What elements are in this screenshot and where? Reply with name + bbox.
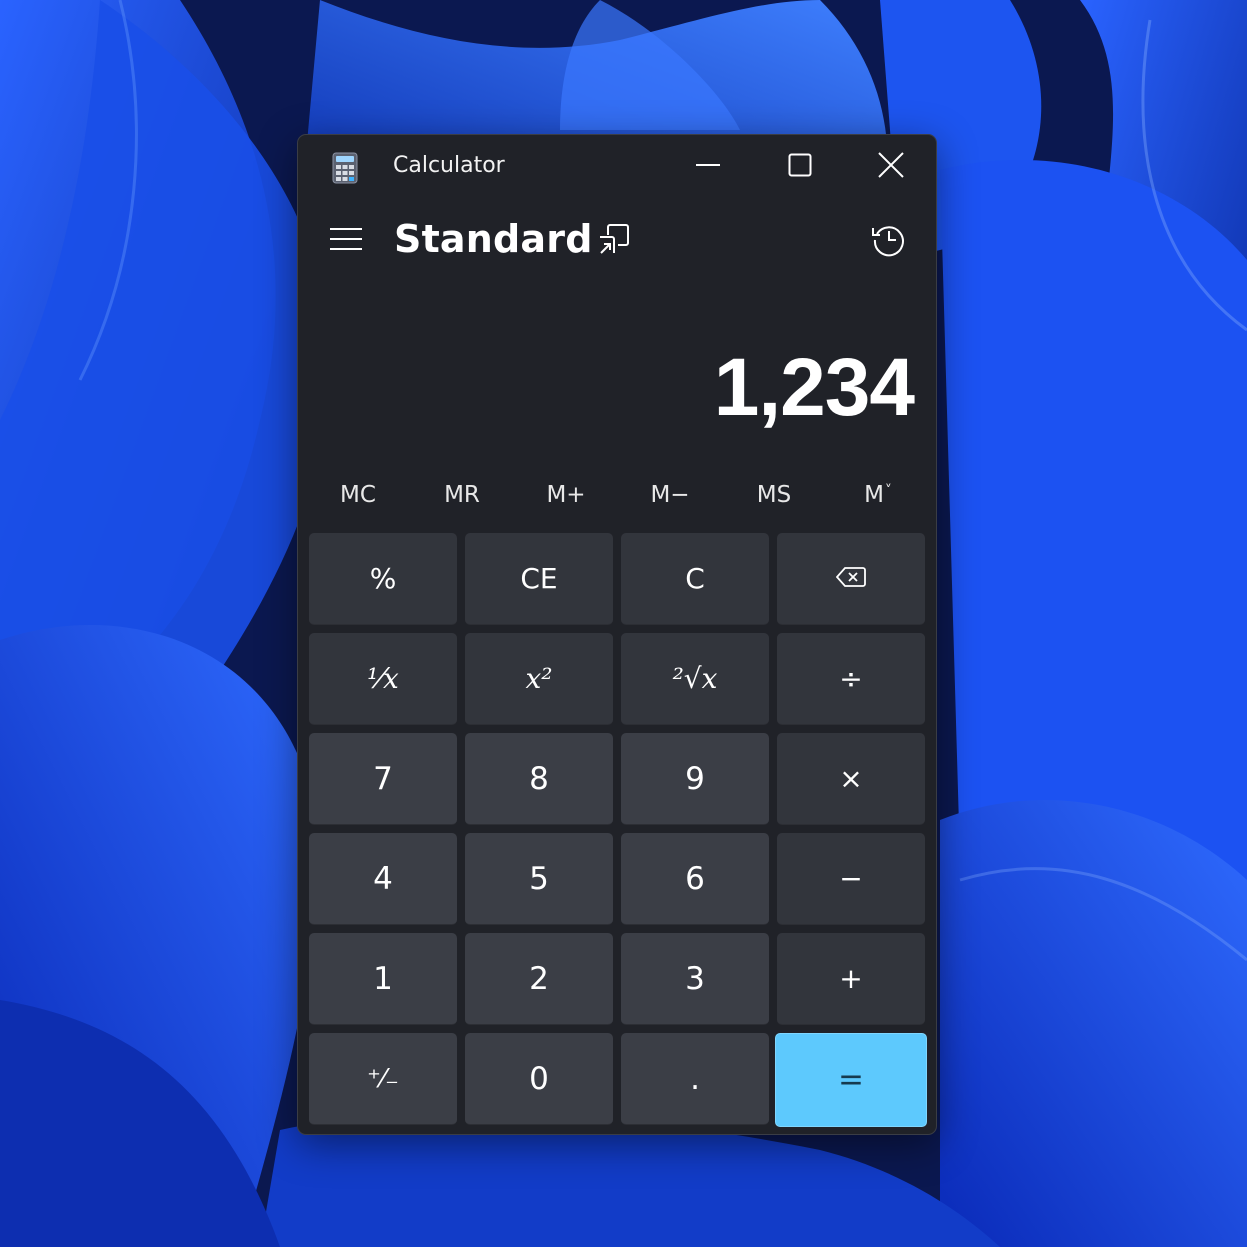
history-icon <box>871 222 907 262</box>
memory-subtract-button[interactable]: M− <box>618 465 722 525</box>
history-button[interactable] <box>866 219 912 265</box>
keep-on-top-icon <box>598 223 630 259</box>
result-display: 1,234 <box>713 342 915 433</box>
close-button[interactable] <box>851 141 931 193</box>
add-button[interactable]: + <box>777 933 925 1025</box>
digit-1-button[interactable]: 1 <box>309 933 457 1025</box>
digit-0-button[interactable]: 0 <box>465 1033 613 1125</box>
maximize-button[interactable] <box>760 141 840 193</box>
digit-7-button[interactable]: 7 <box>309 733 457 825</box>
app-title: Calculator <box>393 153 505 178</box>
multiply-button[interactable]: × <box>777 733 925 825</box>
percent-button[interactable]: % <box>309 533 457 625</box>
navigation-menu-button[interactable] <box>322 217 370 265</box>
memory-store-button[interactable]: MS <box>722 465 826 525</box>
title-bar[interactable]: Calculator <box>298 135 936 199</box>
backspace-button[interactable] <box>777 533 925 625</box>
close-icon <box>878 152 904 182</box>
digit-6-button[interactable]: 6 <box>621 833 769 925</box>
subtract-button[interactable]: − <box>777 833 925 925</box>
calculator-window: Calculator Standard 1,234 MC MR M+ M− MS… <box>297 134 937 1135</box>
clear-entry-button[interactable]: CE <box>465 533 613 625</box>
digit-4-button[interactable]: 4 <box>309 833 457 925</box>
memory-row: MC MR M+ M− MS M ˅ <box>306 465 930 525</box>
memory-list-button[interactable]: M ˅ <box>826 465 930 525</box>
memory-clear-button[interactable]: MC <box>306 465 410 525</box>
negate-button[interactable]: ⁺⁄₋ <box>309 1033 457 1125</box>
digit-2-button[interactable]: 2 <box>465 933 613 1025</box>
memory-recall-button[interactable]: MR <box>410 465 514 525</box>
chevron-down-icon: ˅ <box>884 483 892 499</box>
decimal-point-button[interactable]: . <box>621 1033 769 1125</box>
digit-3-button[interactable]: 3 <box>621 933 769 1025</box>
mode-title: Standard <box>394 217 593 261</box>
square-root-button[interactable]: ²√x <box>621 633 769 725</box>
maximize-icon <box>788 153 812 181</box>
digit-5-button[interactable]: 5 <box>465 833 613 925</box>
minimize-icon <box>695 152 721 182</box>
digit-8-button[interactable]: 8 <box>465 733 613 825</box>
memory-list-label: M <box>864 482 884 508</box>
clear-button[interactable]: C <box>621 533 769 625</box>
digit-9-button[interactable]: 9 <box>621 733 769 825</box>
memory-add-button[interactable]: M+ <box>514 465 618 525</box>
square-button[interactable]: x² <box>465 633 613 725</box>
keep-on-top-button[interactable] <box>592 219 636 263</box>
minimize-button[interactable] <box>668 141 748 193</box>
hamburger-icon <box>329 227 363 255</box>
divide-button[interactable]: ÷ <box>777 633 925 725</box>
calculator-app-icon <box>332 152 358 184</box>
equals-button[interactable]: = <box>775 1033 927 1127</box>
backspace-icon <box>835 562 866 595</box>
reciprocal-button[interactable]: ¹⁄x <box>309 633 457 725</box>
